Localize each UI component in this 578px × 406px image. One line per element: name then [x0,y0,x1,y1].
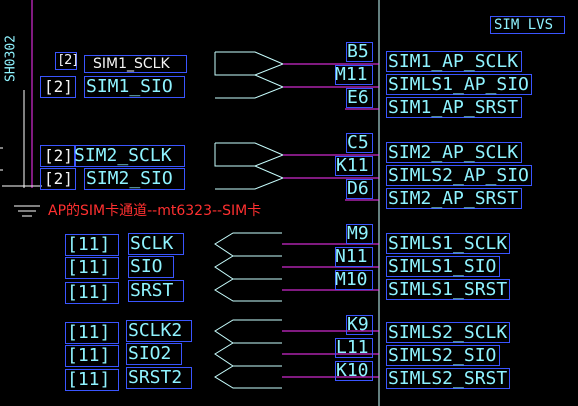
pin-b5[interactable]: B5 [347,43,369,61]
pin-k10[interactable]: K10 [336,362,369,380]
pin-m9[interactable]: M9 [347,225,369,243]
net-simls2-srst[interactable]: SIMLS2_SRST [388,370,507,388]
port-name-sim1-sio[interactable]: SIM1_SIO [86,78,173,96]
port-name-sim2-sclk[interactable]: SIM2_SCLK [74,147,172,165]
port-name-sclk[interactable]: SCLK [130,235,173,253]
pin-n11[interactable]: N11 [335,248,368,266]
pin-e6[interactable]: E6 [347,89,369,107]
net-simls1-srst[interactable]: SIMLS1_SRST [388,281,507,299]
port-name-srst[interactable]: SRST [130,282,173,300]
sim-lvs-label: SIM LVS [494,17,554,33]
net-simls2-sclk[interactable]: SIMLS2_SCLK [388,324,507,342]
net-simls1-sclk[interactable]: SIMLS1_SCLK [388,235,507,253]
pin-k11[interactable]: K11 [336,157,369,175]
port-ref-srst: [11] [67,282,111,303]
net-sim1-ap-srst[interactable]: SIM1_AP_SRST [388,99,518,117]
ground-symbol [14,205,40,217]
net-simls2-sio[interactable]: SIMLS2_SIO [388,347,496,365]
pin-c5[interactable]: C5 [347,134,369,152]
port-name-sim1-sclk[interactable]: SIM1_SCLK [93,57,170,71]
pin-k9[interactable]: K9 [347,316,369,334]
pin-d6[interactable]: D6 [347,180,369,198]
net-simls1-sio[interactable]: SIMLS1_SIO [388,258,496,276]
port-name-srst2[interactable]: SRST2 [128,369,182,387]
port-connectors-out [214,51,285,389]
port-name-sim2-sio[interactable]: SIM2_SIO [86,170,173,188]
pin-m10[interactable]: M10 [335,271,368,289]
sheet-ref-label: SH0302 [3,35,19,82]
port-ref-sim2-sclk: [2] [44,146,73,165]
net-sim1-ap-sclk[interactable]: SIM1_AP_SCLK [388,53,518,71]
net-sim2-ap-sclk[interactable]: SIM2_AP_SCLK [388,144,518,162]
port-name-sio2[interactable]: SIO2 [128,345,171,363]
net-simls1-ap-sio[interactable]: SIMLS1_AP_SIO [388,76,529,94]
port-name-sclk2[interactable]: SCLK2 [128,322,182,340]
port-ref-sim1-sio: [2] [44,77,73,96]
net-sim2-ap-srst[interactable]: SIM2_AP_SRST [388,190,518,208]
port-ref-sim2-sio: [2] [44,169,73,188]
pin-m11[interactable]: M11 [335,66,368,84]
port-ref-sio2: [11] [67,345,111,366]
pin-l11[interactable]: L11 [336,339,369,357]
net-simls2-ap-sio[interactable]: SIMLS2_AP_SIO [388,167,529,185]
port-ref-sim1-sclk: [2] [59,53,78,68]
port-ref-sclk: [11] [67,234,111,255]
annotation-text: AP的SIM卡通道--mt6323--SIM卡 [48,203,262,219]
port-ref-srst2: [11] [67,369,111,390]
port-ref-sclk2: [11] [67,322,111,343]
port-ref-sio: [11] [67,257,111,278]
port-name-sio[interactable]: SIO [130,258,163,276]
